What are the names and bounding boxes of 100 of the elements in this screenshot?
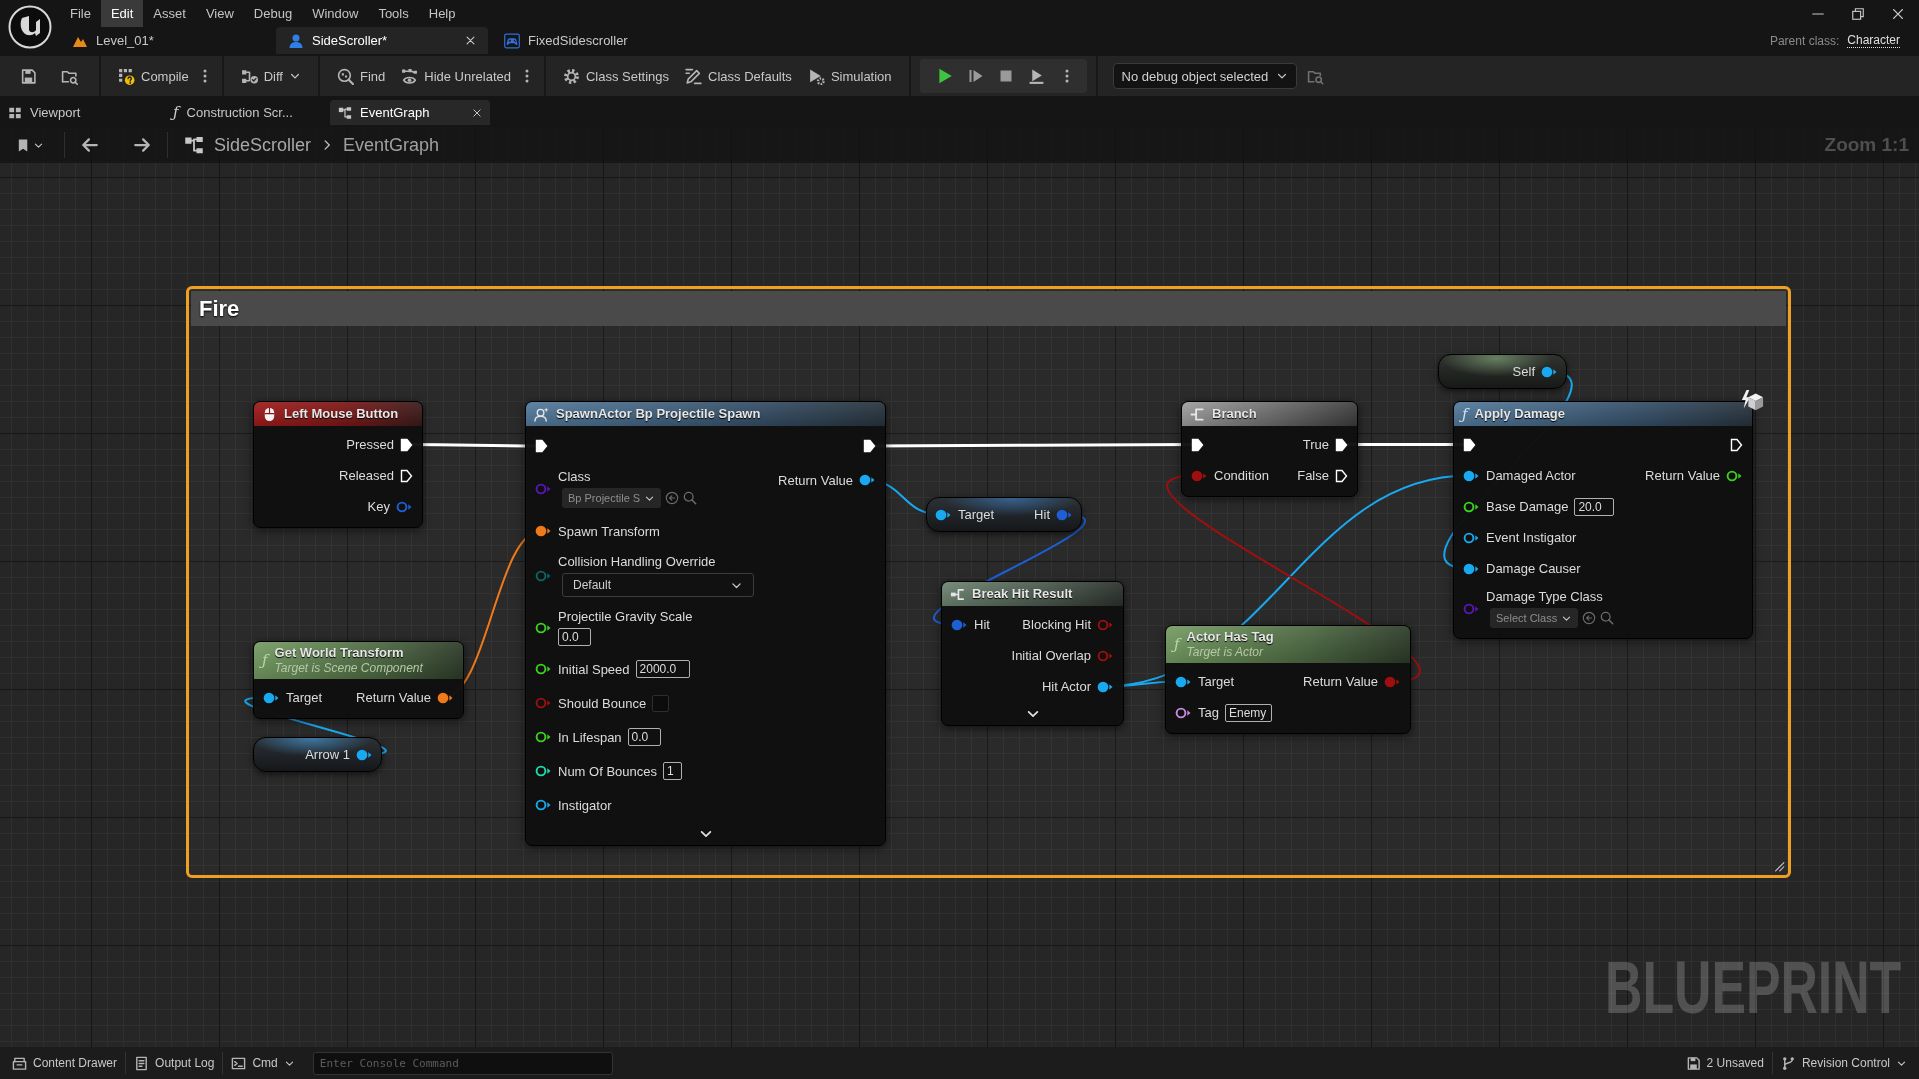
panel-tab[interactable]: Viewport: [0, 100, 160, 125]
back-icon[interactable]: [81, 136, 99, 154]
pin-icon[interactable]: [535, 621, 552, 634]
node-title: Left Mouse Button: [284, 406, 399, 422]
exec-pin-icon[interactable]: [1463, 437, 1476, 452]
pin-icon[interactable]: [535, 799, 552, 811]
simulation-button[interactable]: Simulation: [799, 60, 900, 92]
pin-icon[interactable]: [535, 765, 552, 777]
menu-item[interactable]: Window: [302, 0, 369, 27]
pin-icon[interactable]: [535, 663, 552, 675]
parent-class-link[interactable]: Character: [1847, 33, 1900, 48]
exec-pin-icon[interactable]: [400, 468, 413, 483]
panel-tab[interactable]: ƒ Construction Scr...: [165, 100, 325, 125]
search-icon: [336, 67, 354, 85]
circle-arrow-icon[interactable]: [1582, 611, 1597, 625]
parent-class-label: Parent class:: [1769, 33, 1840, 48]
compile-button[interactable]: Compile: [110, 60, 197, 92]
pin-icon[interactable]: [859, 474, 876, 486]
logo-icon[interactable]: [8, 5, 52, 49]
search-icon[interactable]: [1600, 611, 1615, 625]
pin-label: Target: [958, 507, 995, 522]
resize-grip-icon[interactable]: [1773, 860, 1785, 872]
pin-label: Blocking Hit: [1022, 617, 1091, 632]
close-icon[interactable]: [472, 107, 482, 118]
pin-label: Damaged Actor: [1486, 468, 1576, 483]
revision-control-button[interactable]: Revision Control: [1772, 1047, 1915, 1079]
unsaved-button[interactable]: 2 Unsaved: [1677, 1047, 1772, 1079]
close-icon[interactable]: [465, 35, 476, 46]
document-tab[interactable]: SideScroller*: [276, 27, 488, 54]
menu-item[interactable]: Debug: [243, 0, 303, 27]
cmd-button[interactable]: Cmd: [223, 1047, 303, 1079]
search-icon[interactable]: [683, 491, 698, 505]
pin-icon[interactable]: [1463, 469, 1480, 482]
pin-icon[interactable]: [356, 748, 373, 761]
pin-icon[interactable]: [1463, 562, 1480, 575]
pin-icon[interactable]: [1463, 500, 1480, 513]
menu-item[interactable]: Help: [418, 0, 466, 27]
exec-pin-icon[interactable]: [863, 439, 876, 453]
save-icon[interactable]: [20, 67, 37, 85]
menu-item[interactable]: File: [60, 0, 101, 27]
diff-button[interactable]: Diff: [232, 60, 309, 92]
content-drawer-button[interactable]: Content Drawer: [4, 1047, 126, 1079]
exec-pin-icon[interactable]: [1191, 437, 1204, 452]
exec-pin-icon[interactable]: [1335, 437, 1348, 452]
console-input[interactable]: Enter Console Command: [312, 1051, 613, 1075]
value-field[interactable]: 20.0: [1574, 497, 1615, 516]
exec-pin-icon[interactable]: [400, 437, 413, 452]
pin-icon[interactable]: [1463, 531, 1480, 544]
breadcrumb-link[interactable]: SideScroller: [214, 134, 312, 156]
pin-label: Pressed: [346, 437, 394, 452]
menu-item[interactable]: Asset: [143, 0, 196, 27]
value-field[interactable]: 0.0: [558, 628, 591, 646]
circle-arrow-icon[interactable]: [665, 491, 680, 505]
pin-icon[interactable]: [535, 731, 552, 743]
step-forward-icon[interactable]: [967, 68, 984, 84]
class-dropdown[interactable]: Select Class: [1490, 608, 1579, 628]
exec-pin-icon[interactable]: [1335, 468, 1348, 483]
document-tab[interactable]: Level_01*: [60, 27, 272, 54]
exec-pin-icon[interactable]: [535, 439, 548, 453]
class-defaults-button[interactable]: Class Defaults: [677, 60, 800, 92]
output-log-button[interactable]: Output Log: [126, 1047, 223, 1079]
document-tab[interactable]: FixedSidescroller: [492, 27, 704, 54]
pin-icon[interactable]: [1726, 469, 1743, 482]
value-field[interactable]: 2000.0: [635, 660, 690, 678]
checkbox[interactable]: [652, 694, 670, 712]
pin-icon[interactable]: [935, 508, 952, 521]
enum-dropdown[interactable]: Default: [562, 573, 754, 597]
forward-icon[interactable]: [133, 136, 151, 154]
close-icon[interactable]: [1891, 6, 1905, 21]
pin-label: Damage Type Class: [1486, 589, 1603, 604]
pin-icon[interactable]: [437, 691, 454, 704]
pin-label: Event Instigator: [1486, 530, 1577, 545]
debug-object-dropdown[interactable]: No debug object selected: [1112, 63, 1298, 89]
pin-icon[interactable]: [1175, 675, 1192, 688]
panel-tab[interactable]: EventGraph: [330, 100, 490, 125]
restore-icon[interactable]: [1851, 6, 1865, 21]
menu-item[interactable]: View: [195, 0, 244, 27]
pin-label: Base Damage: [1486, 499, 1569, 514]
class-dropdown[interactable]: Bp Projectile S: [562, 488, 662, 508]
value-field[interactable]: Enemy: [1224, 703, 1272, 722]
value-field[interactable]: 1: [663, 762, 682, 780]
bolt-cube-icon: [1740, 389, 1764, 413]
menu-item[interactable]: Tools: [368, 0, 419, 27]
class-settings-button[interactable]: Class Settings: [554, 60, 678, 92]
pin-icon[interactable]: [1175, 706, 1192, 719]
play-base-icon[interactable]: [1027, 67, 1045, 85]
pin-label: Initial Speed: [558, 661, 630, 677]
mouse-icon: [262, 406, 277, 422]
pin-label: Class: [558, 469, 591, 484]
exec-pin-icon[interactable]: [1730, 437, 1743, 452]
pin-icon[interactable]: [535, 525, 552, 537]
pin-icon[interactable]: [263, 691, 280, 704]
pin-icon[interactable]: [1541, 365, 1558, 378]
pin-label: Hit: [974, 617, 990, 632]
hide-unrelated-button[interactable]: Hide Unrelated: [393, 60, 519, 92]
value-field[interactable]: 0.0: [627, 728, 661, 746]
menu-item[interactable]: Edit: [100, 0, 144, 27]
nodes-check-icon: [240, 67, 258, 85]
pin-icon[interactable]: [1097, 680, 1114, 693]
find-button[interactable]: Find: [328, 60, 394, 92]
